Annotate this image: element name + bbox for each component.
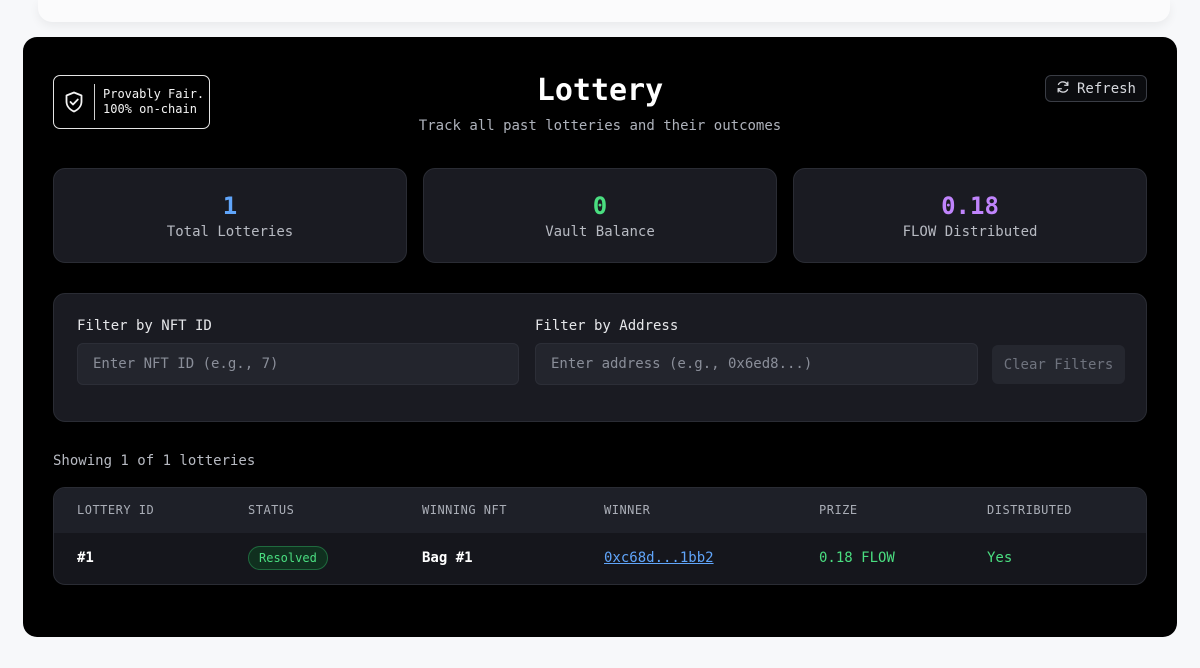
stat-label: Total Lotteries xyxy=(166,223,294,240)
refresh-icon xyxy=(1056,80,1070,98)
column-header-winning-nft: WINNING NFT xyxy=(422,503,507,517)
prize-cell: 0.18 FLOW xyxy=(819,550,895,566)
nft-filter-label: Filter by NFT ID xyxy=(77,318,212,334)
lotteries-table: LOTTERY ID STATUS WINNING NFT WINNER PRI… xyxy=(53,487,1147,585)
winning-nft-cell: Bag #1 xyxy=(422,550,473,566)
column-header-distributed: DISTRIBUTED xyxy=(987,503,1072,517)
clear-filters-button[interactable]: Clear Filters xyxy=(992,345,1125,384)
stats-row: 1 Total Lotteries 0 Vault Balance 0.18 F… xyxy=(53,168,1147,263)
column-header-lottery-id: LOTTERY ID xyxy=(77,503,155,517)
stat-flow-distributed: 0.18 FLOW Distributed xyxy=(793,168,1147,263)
stat-total-lotteries: 1 Total Lotteries xyxy=(53,168,407,263)
stat-value: 1 xyxy=(222,191,238,220)
table-header: LOTTERY ID STATUS WINNING NFT WINNER PRI… xyxy=(54,488,1146,533)
column-header-winner: WINNER xyxy=(604,503,651,517)
refresh-button[interactable]: Refresh xyxy=(1045,75,1147,102)
lottery-panel: Provably Fair. 100% on-chain Lottery Tra… xyxy=(23,37,1177,637)
page-title: Lottery xyxy=(536,73,664,108)
stat-label: FLOW Distributed xyxy=(902,223,1038,240)
status-badge: Resolved xyxy=(248,546,328,570)
column-header-prize: PRIZE xyxy=(819,503,858,517)
address-filter-label: Filter by Address xyxy=(535,318,679,334)
distributed-cell: Yes xyxy=(987,550,1013,566)
stat-value: 0 xyxy=(592,191,608,220)
table-row[interactable]: #1 Resolved Bag #1 0xc68d...1bb2 0.18 FL… xyxy=(54,533,1146,584)
stat-label: Vault Balance xyxy=(545,223,655,240)
refresh-label: Refresh xyxy=(1076,80,1136,97)
results-count: Showing 1 of 1 lotteries xyxy=(53,453,256,469)
address-input[interactable] xyxy=(535,343,978,385)
page-subtitle: Track all past lotteries and their outco… xyxy=(418,118,782,134)
column-header-status: STATUS xyxy=(248,503,295,517)
filters-card: Filter by NFT ID Filter by Address Clear… xyxy=(53,293,1147,422)
nft-id-input[interactable] xyxy=(77,343,519,385)
stat-vault-balance: 0 Vault Balance xyxy=(423,168,777,263)
top-card-edge xyxy=(38,0,1170,22)
stat-value: 0.18 xyxy=(941,191,999,220)
lottery-id-cell: #1 xyxy=(77,550,94,566)
winner-address-link[interactable]: 0xc68d...1bb2 xyxy=(604,550,714,566)
